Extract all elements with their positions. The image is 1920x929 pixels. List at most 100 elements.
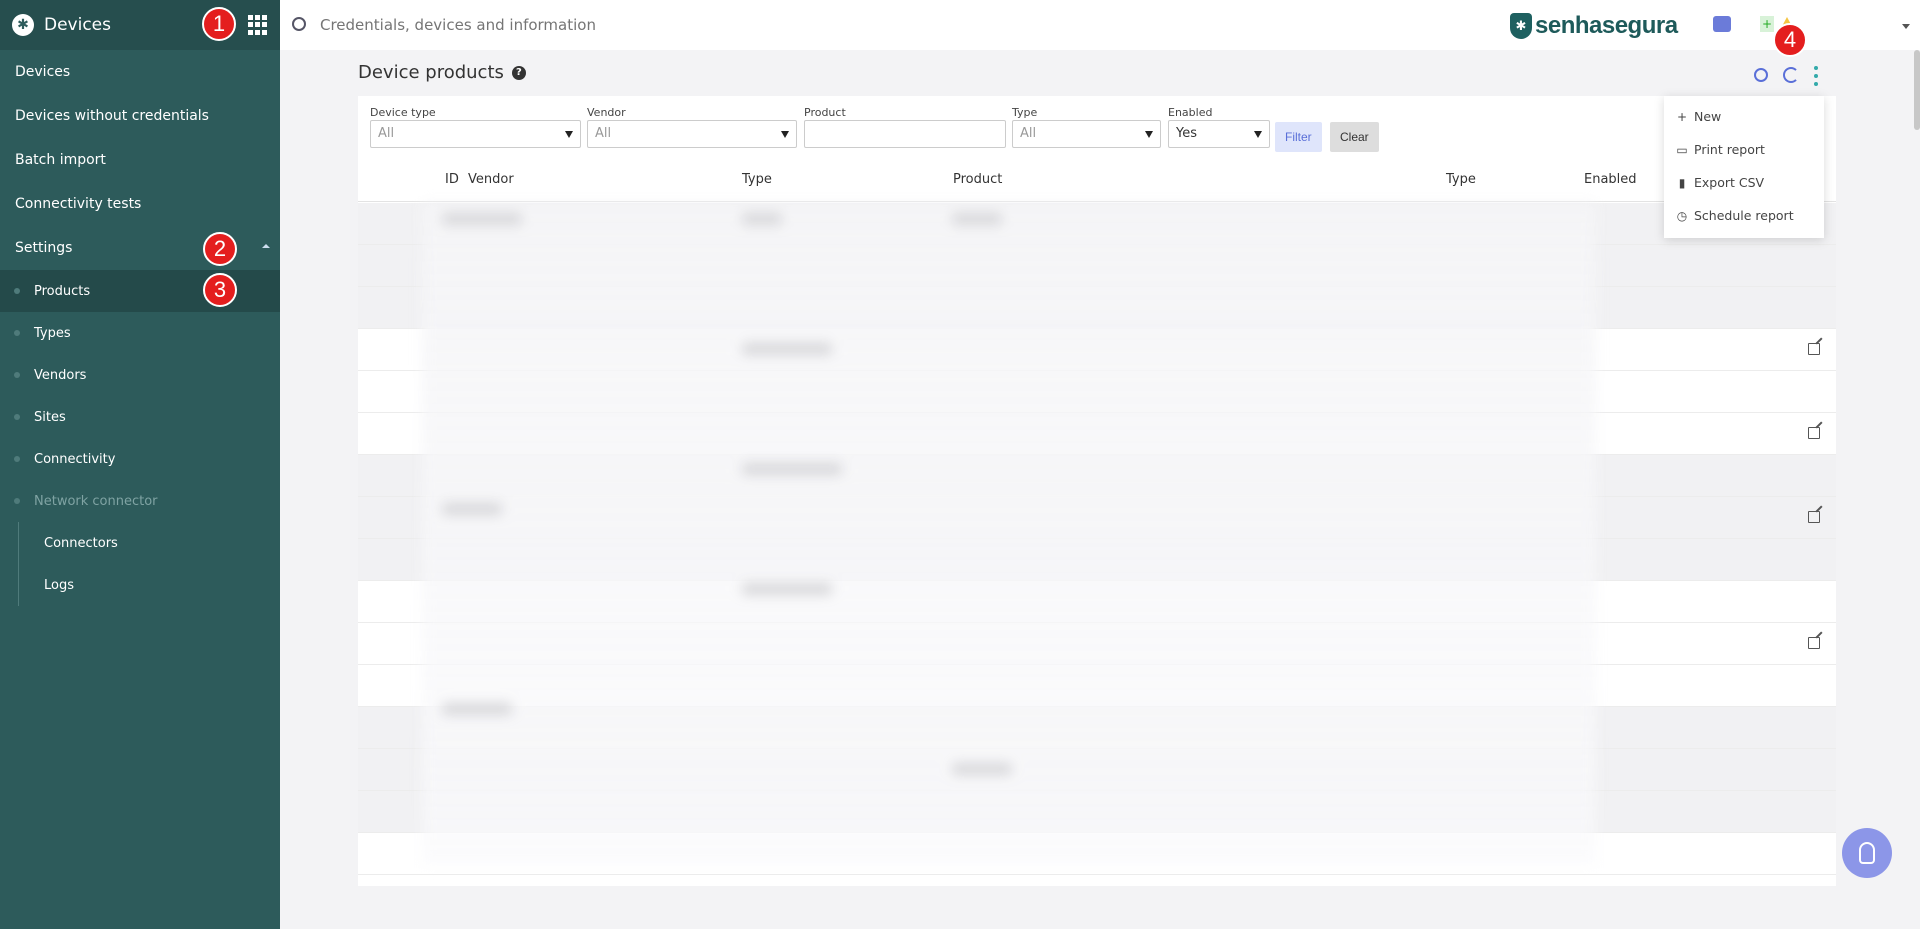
filter-product: Product xyxy=(804,106,1006,148)
filter-label: Enabled xyxy=(1168,106,1213,119)
column-header-id[interactable]: ID xyxy=(445,172,459,187)
annotation-badge-4: 4 xyxy=(1773,23,1807,57)
redacted-blob xyxy=(952,763,1012,775)
redacted-blob xyxy=(442,503,502,515)
sidebar-subitem-connectors[interactable]: Connectors xyxy=(0,522,280,564)
sidebar-subitem-network-connector[interactable]: Network connector xyxy=(0,480,280,522)
device-type-select[interactable]: All xyxy=(370,120,581,148)
sidebar-subitem-sites[interactable]: Sites xyxy=(0,396,280,438)
add-file-icon[interactable]: + xyxy=(1760,16,1774,32)
select-value: Yes xyxy=(1176,126,1197,141)
clear-button[interactable]: Clear xyxy=(1330,122,1379,152)
column-header-type[interactable]: Type xyxy=(742,172,772,187)
sidebar-item-label: Settings xyxy=(15,240,73,256)
sidebar-item-label: Products xyxy=(34,283,91,299)
printer-icon: ▭ xyxy=(1676,142,1688,157)
sidebar-item-label: Connectors xyxy=(44,535,118,551)
dropdown-arrow-icon xyxy=(1254,131,1262,138)
edit-icon[interactable] xyxy=(1808,511,1820,523)
column-header-product[interactable]: Product xyxy=(953,172,1002,187)
page-title-text: Device products xyxy=(358,62,504,83)
sidebar-subitem-types[interactable]: Types xyxy=(0,312,280,354)
refresh-icon[interactable] xyxy=(1783,67,1799,83)
brand-name: senhasegura xyxy=(1535,12,1678,39)
page-scrollbar[interactable] xyxy=(1914,50,1920,130)
sidebar-item-label: Types xyxy=(34,325,71,341)
select-value: All xyxy=(1020,126,1037,141)
sidebar: ✱ Devices Devices Devices without creden… xyxy=(0,0,280,929)
footer-area xyxy=(280,886,1920,929)
menu-item-print-report[interactable]: ▭ Print report xyxy=(1664,133,1824,166)
help-icon[interactable]: ? xyxy=(511,65,526,80)
menu-item-new[interactable]: + New xyxy=(1664,100,1824,133)
edit-icon[interactable] xyxy=(1808,343,1820,355)
sidebar-item-label: Batch import xyxy=(15,152,106,168)
sidebar-item-label: Connectivity xyxy=(34,451,116,467)
column-header-type-2[interactable]: Type xyxy=(1446,172,1476,187)
clock-icon: ◷ xyxy=(1676,208,1688,223)
filter-button[interactable]: Filter xyxy=(1275,122,1322,152)
sidebar-item-connectivity-tests[interactable]: Connectivity tests xyxy=(0,182,280,226)
filter-device-type: Device type All xyxy=(370,106,581,148)
sidebar-subitem-connectivity[interactable]: Connectivity xyxy=(0,438,280,480)
dropdown-arrow-icon xyxy=(781,131,789,138)
product-input[interactable] xyxy=(804,120,1006,148)
chevron-up-icon xyxy=(262,244,270,248)
user-menu-chevron-icon[interactable] xyxy=(1902,24,1910,29)
sidebar-item-label: Network connector xyxy=(34,493,158,509)
redacted-blob xyxy=(442,703,512,715)
table-search-icon[interactable] xyxy=(1754,68,1768,82)
annotation-badge-2: 2 xyxy=(203,232,237,266)
menu-item-schedule-report[interactable]: ◷ Schedule report xyxy=(1664,199,1824,232)
apps-grid-icon[interactable] xyxy=(248,15,268,35)
menu-item-label: Print report xyxy=(1694,142,1765,157)
redacted-content xyxy=(422,203,1596,865)
filter-type: Type All xyxy=(1012,106,1161,148)
sidebar-subitem-logs[interactable]: Logs xyxy=(0,564,280,606)
vendor-select[interactable]: All xyxy=(587,120,797,148)
menu-item-label: Export CSV xyxy=(1694,175,1765,190)
table-header: ID Vendor Type Product Type Enabled xyxy=(358,158,1836,202)
file-icon: ▮ xyxy=(1678,175,1686,190)
sidebar-item-devices[interactable]: Devices xyxy=(0,50,280,94)
more-options-menu: + New ▭ Print report ▮ Export CSV ◷ Schedule… xyxy=(1664,96,1824,238)
redacted-blob xyxy=(742,213,782,225)
redacted-blob xyxy=(742,463,842,475)
sidebar-subitem-products[interactable]: Products xyxy=(0,270,280,312)
sidebar-item-devices-without-credentials[interactable]: Devices without credentials xyxy=(0,94,280,138)
column-header-enabled[interactable]: Enabled xyxy=(1584,172,1637,187)
edit-icon[interactable] xyxy=(1808,637,1820,649)
sidebar-item-settings[interactable]: Settings xyxy=(0,226,280,270)
select-value: All xyxy=(595,126,612,141)
filter-bar: Device type All Vendor All Product Type … xyxy=(358,96,1836,158)
menu-item-label: Schedule report xyxy=(1694,208,1794,223)
sidebar-item-label: Devices without credentials xyxy=(15,108,209,124)
home-icon[interactable] xyxy=(1713,16,1731,32)
redacted-blob xyxy=(742,583,832,595)
lightbulb-icon xyxy=(1859,842,1875,864)
sidebar-item-batch-import[interactable]: Batch import xyxy=(0,138,280,182)
global-search-input[interactable] xyxy=(320,13,920,37)
filter-vendor: Vendor All xyxy=(587,106,797,148)
column-header-vendor[interactable]: Vendor xyxy=(468,172,514,187)
edit-icon[interactable] xyxy=(1808,427,1820,439)
annotation-badge-3: 3 xyxy=(203,273,237,307)
redacted-blob xyxy=(442,213,522,225)
enabled-select[interactable]: Yes xyxy=(1168,120,1270,148)
annotation-badge-1: 1 xyxy=(202,7,236,41)
sidebar-subitem-vendors[interactable]: Vendors xyxy=(0,354,280,396)
more-options-icon[interactable] xyxy=(1814,66,1818,86)
tips-lightbulb-button[interactable] xyxy=(1842,828,1892,878)
sidebar-item-label: Connectivity tests xyxy=(15,196,142,212)
dropdown-arrow-icon xyxy=(565,131,573,138)
menu-item-export-csv[interactable]: ▮ Export CSV xyxy=(1664,166,1824,199)
filter-label: Product xyxy=(804,106,846,119)
search-icon xyxy=(292,17,306,31)
sidebar-item-label: Logs xyxy=(44,577,74,593)
type-select[interactable]: All xyxy=(1012,120,1161,148)
brand-logo: ✱ senhasegura xyxy=(1510,12,1678,40)
top-bar: ✱ senhasegura + xyxy=(280,0,1920,50)
sidebar-header: ✱ Devices xyxy=(0,0,280,50)
filter-label: Device type xyxy=(370,106,436,119)
sidebar-item-label: Vendors xyxy=(34,367,87,383)
